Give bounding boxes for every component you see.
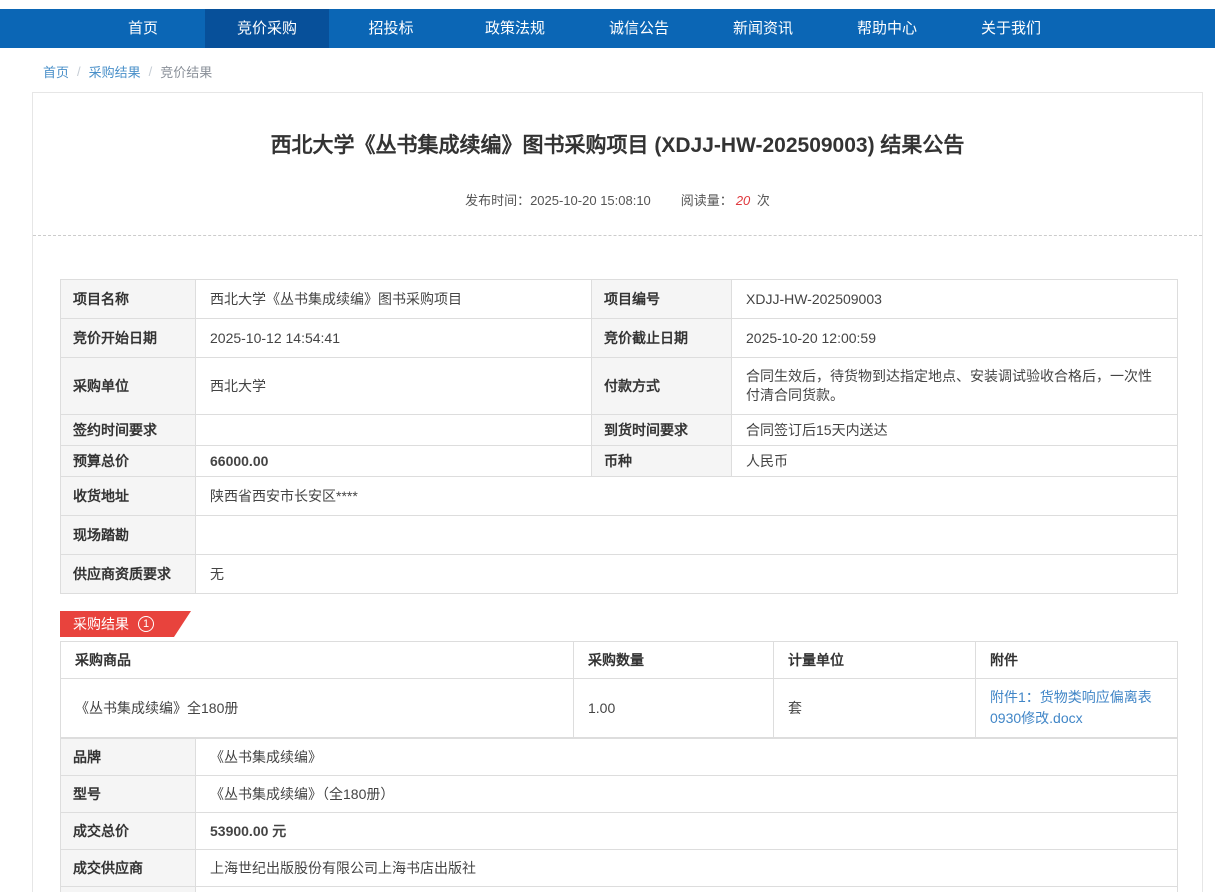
winning-supplier-value: 上海世纪出版股份有限公司上海书店出版社 — [196, 850, 1178, 887]
unit-column-header: 计量单位 — [774, 642, 976, 679]
delivery-time-value: 合同签订后15天内送达 — [732, 415, 1178, 446]
result-table: 采购商品 采购数量 计量单位 附件 《丛书集成续编》全180册 1.00 套 附… — [60, 641, 1178, 738]
site-survey-value — [196, 516, 1178, 555]
project-code-label: 项目编号 — [592, 280, 732, 319]
table-row: 采购单位 西北大学 付款方式 合同生效后，待货物到达指定地点、安装调试验收合格后… — [61, 358, 1178, 415]
nav-item-about-us[interactable]: 关于我们 — [949, 9, 1073, 48]
project-code-value: XDJJ-HW-202509003 — [732, 280, 1178, 319]
nav-item-news[interactable]: 新闻资讯 — [701, 9, 825, 48]
result-badge-label: 采购结果 — [73, 614, 129, 634]
result-badge: 采购结果 1 — [60, 611, 191, 637]
product-column-header: 采购商品 — [61, 642, 574, 679]
table-row: 《丛书集成续编》全180册 1.00 套 附件1：货物类响应偏离表0930修改.… — [61, 679, 1178, 738]
winning-supplier-label: 成交供应商 — [61, 850, 196, 887]
bid-start-label: 竞价开始日期 — [61, 319, 196, 358]
nav-item-tendering[interactable]: 招投标 — [329, 9, 453, 48]
deal-total-value: 53900.00 元 — [196, 813, 1178, 850]
project-info-table: 项目名称 西北大学《丛书集成续编》图书采购项目 项目编号 XDJJ-HW-202… — [60, 279, 1178, 594]
announcement-card: 西北大学《丛书集成续编》图书采购项目 (XDJJ-HW-202509003) 结… — [32, 92, 1203, 892]
quantity-column-header: 采购数量 — [574, 642, 774, 679]
breadcrumb-separator: / — [149, 64, 153, 79]
table-row: 收货地址 陕西省西安市长安区**** — [61, 477, 1178, 516]
views-unit: 次 — [757, 193, 770, 208]
table-row: 预算总价 66000.00 币种 人民币 — [61, 446, 1178, 477]
signing-time-label: 签约时间要求 — [61, 415, 196, 446]
nav-item-bidding-purchase[interactable]: 竞价采购 — [205, 9, 329, 48]
warranty-service-value: 质保期：自验收合格之日起1年。质保期内如有质量问题，供应商无条件免费更换。质保期… — [196, 887, 1178, 892]
result-detail-table: 品牌 《丛书集成续编》 型号 《丛书集成续编》（全180册） 成交总价 5390… — [60, 738, 1178, 892]
delivery-time-label: 到货时间要求 — [592, 415, 732, 446]
table-row: 现场踏勘 — [61, 516, 1178, 555]
publish-meta: 发布时间：2025-10-20 15:08:10 阅读量：20 次 — [33, 190, 1202, 209]
result-badge-count: 1 — [138, 616, 154, 632]
site-survey-label: 现场踏勘 — [61, 516, 196, 555]
table-row: 型号 《丛书集成续编》（全180册） — [61, 776, 1178, 813]
purchaser-label: 采购单位 — [61, 358, 196, 415]
bid-start-value: 2025-10-12 14:54:41 — [196, 319, 592, 358]
signing-time-value — [196, 415, 592, 446]
table-row: 质保及售后服务 质保期：自验收合格之日起1年。质保期内如有质量问题，供应商无条件… — [61, 887, 1178, 892]
quantity-value: 1.00 — [574, 679, 774, 738]
nav-item-help-center[interactable]: 帮助中心 — [825, 9, 949, 48]
warranty-service-label: 质保及售后服务 — [61, 887, 196, 892]
brand-value: 《丛书集成续编》 — [196, 739, 1178, 776]
table-row: 供应商资质要求 无 — [61, 555, 1178, 594]
budget-total-value: 66000.00 — [196, 446, 592, 477]
breadcrumb-current: 竞价结果 — [160, 62, 212, 81]
payment-method-value: 合同生效后，待货物到达指定地点、安装调试验收合格后，一次性付清合同货款。 — [732, 358, 1178, 415]
deal-total-label: 成交总价 — [61, 813, 196, 850]
breadcrumb-purchase-results-link[interactable]: 采购结果 — [89, 62, 141, 81]
nav-item-policies[interactable]: 政策法规 — [453, 9, 577, 48]
unit-value: 套 — [774, 679, 976, 738]
publish-time-label: 发布时间： — [465, 193, 530, 208]
delivery-address-label: 收货地址 — [61, 477, 196, 516]
table-row: 成交供应商 上海世纪出版股份有限公司上海书店出版社 — [61, 850, 1178, 887]
table-row: 项目名称 西北大学《丛书集成续编》图书采购项目 项目编号 XDJJ-HW-202… — [61, 280, 1178, 319]
brand-label: 品牌 — [61, 739, 196, 776]
breadcrumb: 首页 / 采购结果 / 竞价结果 — [0, 48, 1215, 92]
nav-item-home[interactable]: 首页 — [81, 9, 205, 48]
model-label: 型号 — [61, 776, 196, 813]
table-row: 竞价开始日期 2025-10-12 14:54:41 竞价截止日期 2025-1… — [61, 319, 1178, 358]
delivery-address-value: 陕西省西安市长安区**** — [196, 477, 1178, 516]
views-count: 20 — [733, 193, 753, 208]
table-row: 签约时间要求 到货时间要求 合同签订后15天内送达 — [61, 415, 1178, 446]
project-name-label: 项目名称 — [61, 280, 196, 319]
breadcrumb-home-link[interactable]: 首页 — [43, 62, 69, 81]
currency-value: 人民币 — [732, 446, 1178, 477]
payment-method-label: 付款方式 — [592, 358, 732, 415]
bid-end-value: 2025-10-20 12:00:59 — [732, 319, 1178, 358]
attachment-link[interactable]: 附件1：货物类响应偏离表0930修改.docx — [990, 687, 1163, 729]
nav-item-integrity-notice[interactable]: 诚信公告 — [577, 9, 701, 48]
attachment-column-header: 附件 — [976, 642, 1178, 679]
budget-total-label: 预算总价 — [61, 446, 196, 477]
page-title: 西北大学《丛书集成续编》图书采购项目 (XDJJ-HW-202509003) 结… — [33, 129, 1202, 159]
supplier-qualification-label: 供应商资质要求 — [61, 555, 196, 594]
purchaser-value: 西北大学 — [196, 358, 592, 415]
bid-end-label: 竞价截止日期 — [592, 319, 732, 358]
publish-time-value: 2025-10-20 15:08:10 — [530, 193, 651, 208]
table-row: 品牌 《丛书集成续编》 — [61, 739, 1178, 776]
supplier-qualification-value: 无 — [196, 555, 1178, 594]
table-row: 采购商品 采购数量 计量单位 附件 — [61, 642, 1178, 679]
dashed-divider — [33, 235, 1202, 236]
project-name-value: 西北大学《丛书集成续编》图书采购项目 — [196, 280, 592, 319]
model-value: 《丛书集成续编》（全180册） — [196, 776, 1178, 813]
breadcrumb-separator: / — [77, 64, 81, 79]
table-row: 成交总价 53900.00 元 — [61, 813, 1178, 850]
currency-label: 币种 — [592, 446, 732, 477]
top-navigation: 首页 竞价采购 招投标 政策法规 诚信公告 新闻资讯 帮助中心 关于我们 — [0, 9, 1215, 48]
product-value: 《丛书集成续编》全180册 — [61, 679, 574, 738]
views-label: 阅读量： — [681, 193, 733, 208]
